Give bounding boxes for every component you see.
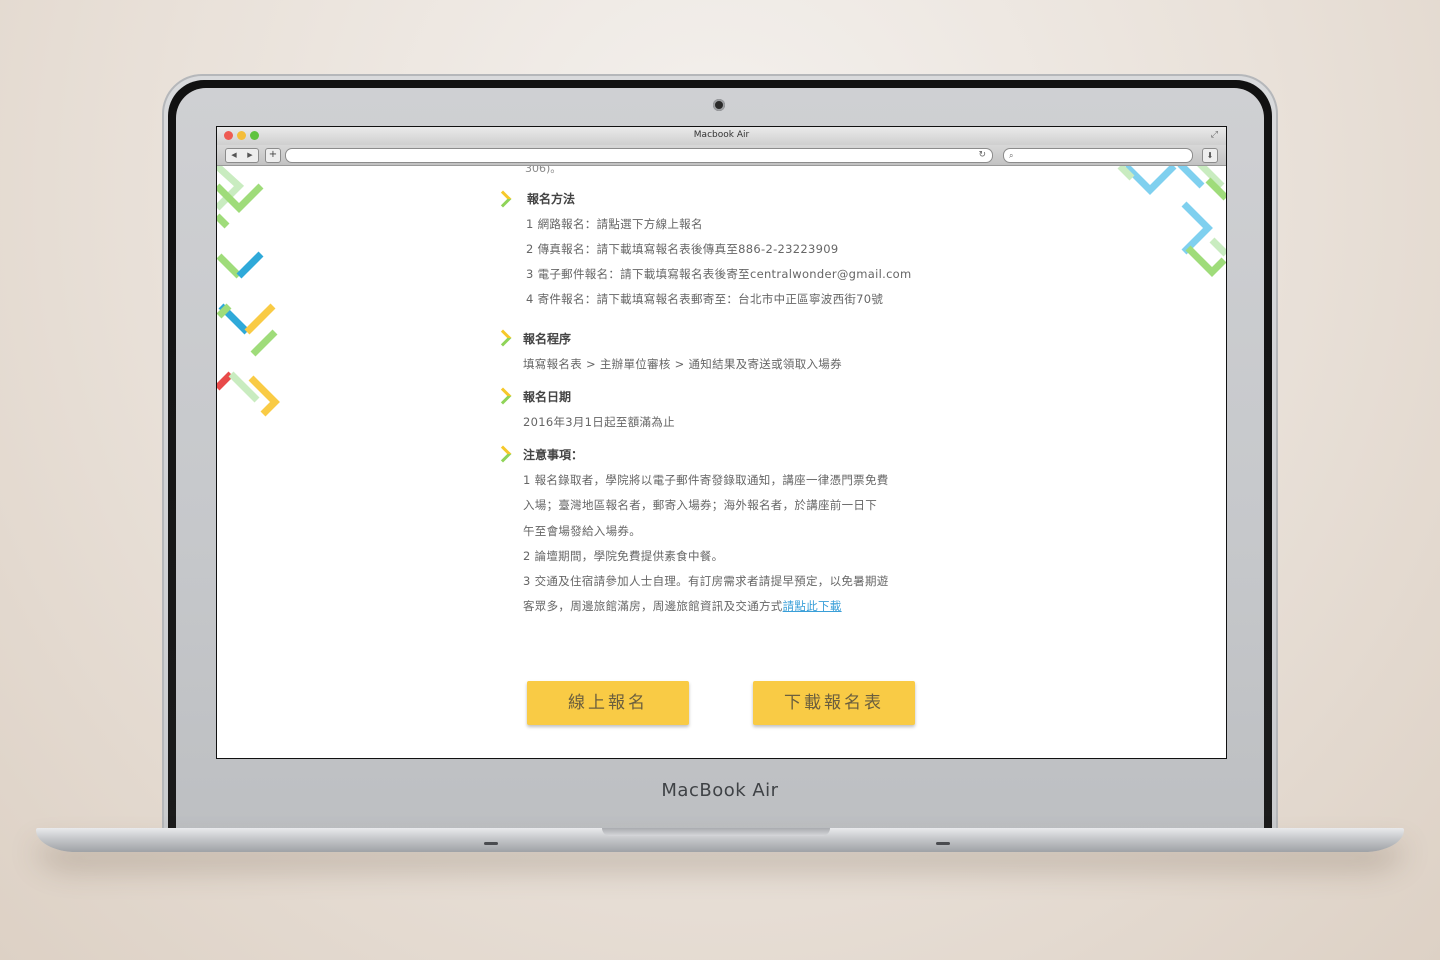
process-steps: 填寫報名表 > 主辦單位審核 > 通知結果及寄送或領取入場券 — [523, 357, 842, 371]
notes-line: 客眾多，周邊旅館滿房，周邊旅館資訊及交通方式請點此下載 — [523, 598, 842, 614]
section-title-notes: 注意事項： — [523, 448, 584, 462]
reload-icon[interactable]: ↻ — [978, 149, 986, 162]
notes-line: 3 交通及住宿請參加人士自理。有訂房需求者請提早預定，以免暑期遊 — [523, 574, 889, 588]
right-chevron-decoration — [1117, 166, 1226, 277]
notes-line-text: 客眾多，周邊旅館滿房，周邊旅館資訊及交通方式 — [523, 599, 783, 613]
device-brand-label: MacBook Air — [661, 780, 779, 801]
register-online-button[interactable]: 線上報名 — [527, 681, 689, 725]
web-page: 306)。 報名方法 1 網路報名：請點選下方線上報名 2 傳真報名：請下載填寫… — [217, 166, 1226, 758]
registration-date-text: 2016年3月1日起至額滿為止 — [523, 415, 675, 429]
window-title: Macbook Air — [693, 130, 750, 140]
fullscreen-icon[interactable]: ⤢ — [1211, 130, 1218, 140]
method-line: 4 寄件報名：請下載填寫報名表郵寄至：台北市中正區寧波西街70號 — [526, 292, 884, 306]
search-icon: ⌕ — [1009, 151, 1014, 160]
laptop-foot — [936, 842, 950, 845]
notes-line: 入場；臺灣地區報名者，郵寄入場券；海外報名者，於講座前一日下 — [523, 498, 877, 512]
address-bar[interactable]: ↻ — [285, 148, 993, 163]
section-title-registration-method: 報名方法 — [527, 192, 576, 206]
method-line: 2 傳真報名：請下載填寫報名表後傳真至886-2-23223909 — [526, 242, 839, 256]
back-arrow-icon[interactable]: ◀ — [226, 149, 242, 162]
left-chevron-decoration — [217, 166, 280, 417]
method-line: 1 網路報名：請點選下方線上報名 — [526, 217, 703, 231]
section-title-registration-date: 報名日期 — [523, 390, 572, 404]
chevron-right-icon — [494, 190, 512, 208]
notes-line: 午至會場發給入場券。 — [523, 524, 641, 538]
downloads-icon[interactable]: ⬇ — [1202, 148, 1218, 163]
chevron-right-icon — [494, 387, 512, 405]
notes-line: 1 報名錄取者，學院將以電子郵件寄發錄取通知，講座一律憑門票免費 — [523, 473, 889, 487]
download-form-button[interactable]: 下載報名表 — [753, 681, 915, 725]
download-info-link[interactable]: 請點此下載 — [783, 599, 842, 613]
notes-line: 2 論壇期間，學院免費提供素食中餐。 — [523, 549, 724, 563]
chevron-right-icon — [494, 445, 512, 463]
method-line: 3 電子郵件報名：請下載填寫報名表後寄至centralwonder@gmail.… — [526, 267, 912, 281]
camera-icon — [713, 99, 725, 111]
forward-arrow-icon[interactable]: ▶ — [242, 149, 258, 162]
laptop-hinge-notch — [602, 828, 830, 836]
browser-toolbar: ◀ ▶ + ↻ ⌕ ⬇ — [217, 145, 1226, 166]
chevron-right-icon — [494, 329, 512, 347]
section-title-registration-process: 報名程序 — [523, 332, 572, 346]
search-input[interactable]: ⌕ — [1003, 148, 1193, 163]
history-nav: ◀ ▶ — [225, 148, 259, 163]
browser-window: Macbook Air ⤢ ◀ ▶ + ↻ ⌕ ⬇ 306)。 報名方法 1 網… — [216, 126, 1227, 759]
laptop-foot — [484, 842, 498, 845]
scrolled-text-fragment: 306)。 — [525, 166, 562, 175]
new-tab-button[interactable]: + — [265, 148, 281, 163]
window-titlebar: Macbook Air ⤢ — [217, 127, 1226, 146]
